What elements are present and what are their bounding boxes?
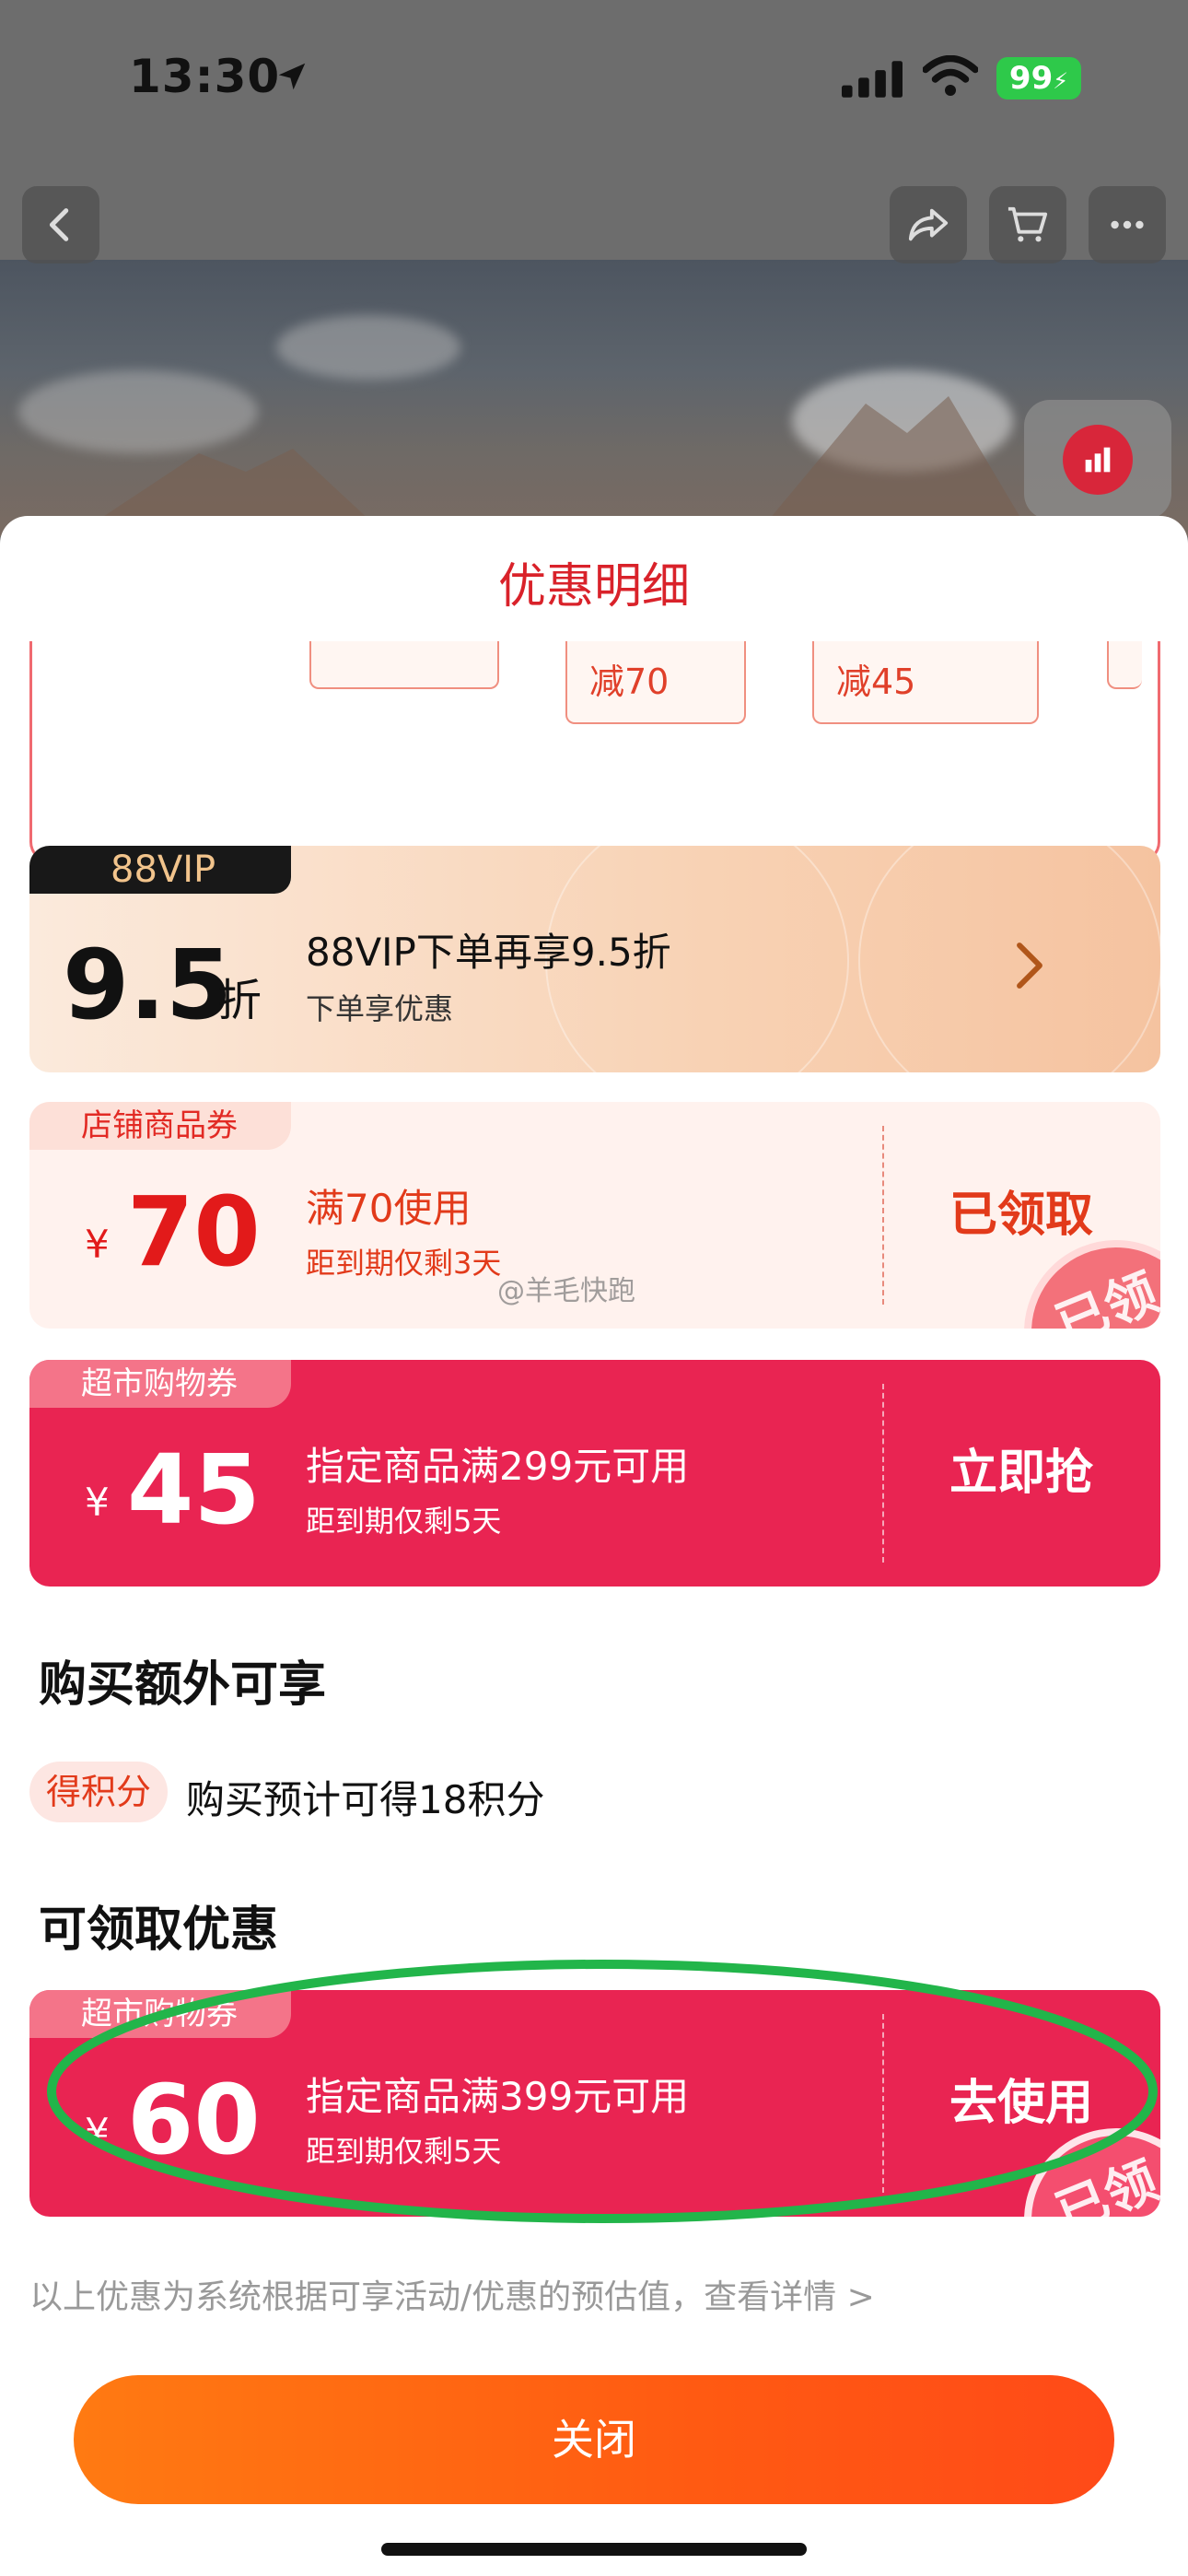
status-time: 13:30 [129, 50, 281, 103]
yen-symbol: ¥ [85, 1480, 110, 1525]
watermark: @羊毛快跑 [497, 1275, 635, 1307]
yen-symbol: ¥ [85, 1222, 110, 1267]
coupon-expiry: 距到期仅剩5天 [306, 1504, 502, 1539]
vip-discount-card[interactable]: 88VIP 9.5 折 88VIP下单再享9.5折 下单享优惠 [29, 846, 1160, 1072]
points-tag: 得积分 [29, 1762, 168, 1822]
extra-benefits-heading: 购买额外可享 [39, 1657, 327, 1713]
cellular-signal-icon [842, 61, 903, 98]
coupon-amount: 70 [127, 1176, 261, 1288]
coupon-tag: 超市购物券 [29, 1360, 291, 1408]
green-annotation-ellipse [47, 1960, 1158, 2223]
more-button[interactable] [1089, 186, 1166, 263]
market-coupon-45: 超市购物券 ¥ 45 指定商品满299元可用 距到期仅剩5天 立即抢 [29, 1360, 1160, 1587]
promo-chip [1107, 641, 1142, 689]
promo-chip: 减70 [565, 641, 746, 724]
coupon-expiry: 距到期仅剩3天 [306, 1246, 502, 1281]
chevron-left-icon [49, 208, 69, 241]
coupon-tag: 店铺商品券 [29, 1102, 291, 1150]
coupon-condition: 满70使用 [306, 1186, 472, 1231]
wifi-icon [923, 55, 978, 96]
vip-discount-value: 9.5 [63, 929, 233, 1041]
location-arrow-icon [278, 63, 306, 90]
vip-subtitle: 下单享优惠 [306, 991, 454, 1026]
grab-now-button[interactable]: 立即抢 [882, 1360, 1160, 1587]
promo-chip [309, 641, 499, 689]
vip-discount-unit: 折 [217, 975, 262, 1026]
charging-bolt-icon: ⚡ [1053, 68, 1069, 94]
cart-icon [1007, 206, 1048, 242]
more-dots-icon [1111, 220, 1144, 229]
bar-chart-icon [1085, 447, 1111, 473]
coupon-condition: 指定商品满299元可用 [306, 1444, 690, 1489]
vip-title: 88VIP下单再享9.5折 [306, 930, 671, 975]
chevron-right-icon [1017, 943, 1042, 989]
promo-chip: 减45 [812, 641, 1039, 724]
battery-level: 99 [1008, 60, 1054, 97]
vip-badge: 88VIP [29, 846, 291, 894]
battery-indicator: 99⚡ [996, 57, 1081, 100]
home-indicator [381, 2543, 807, 2556]
sheet-title: 优惠明细 [497, 559, 690, 615]
share-button[interactable] [890, 186, 967, 263]
coupon-amount: 45 [127, 1434, 261, 1546]
product-photo [0, 260, 1188, 536]
back-button[interactable] [22, 186, 99, 263]
estimate-footnote-link[interactable]: 以上优惠为系统根据可享活动/优惠的预估值，查看详情 > [29, 2270, 875, 2318]
close-button[interactable]: 关闭 [74, 2375, 1114, 2504]
chart-float-button[interactable] [1024, 400, 1171, 520]
status-bar: 13:30 99⚡ [0, 0, 1188, 157]
discount-detail-sheet: 优惠明细 减70 减45 88VIP 9.5 折 88VIP下单再享9.5折 下… [0, 516, 1188, 2576]
points-text: 购买预计可得18积分 [186, 1777, 545, 1822]
available-offers-heading: 可领取优惠 [39, 1903, 279, 1958]
cart-button[interactable] [989, 186, 1066, 263]
share-icon [908, 208, 949, 241]
